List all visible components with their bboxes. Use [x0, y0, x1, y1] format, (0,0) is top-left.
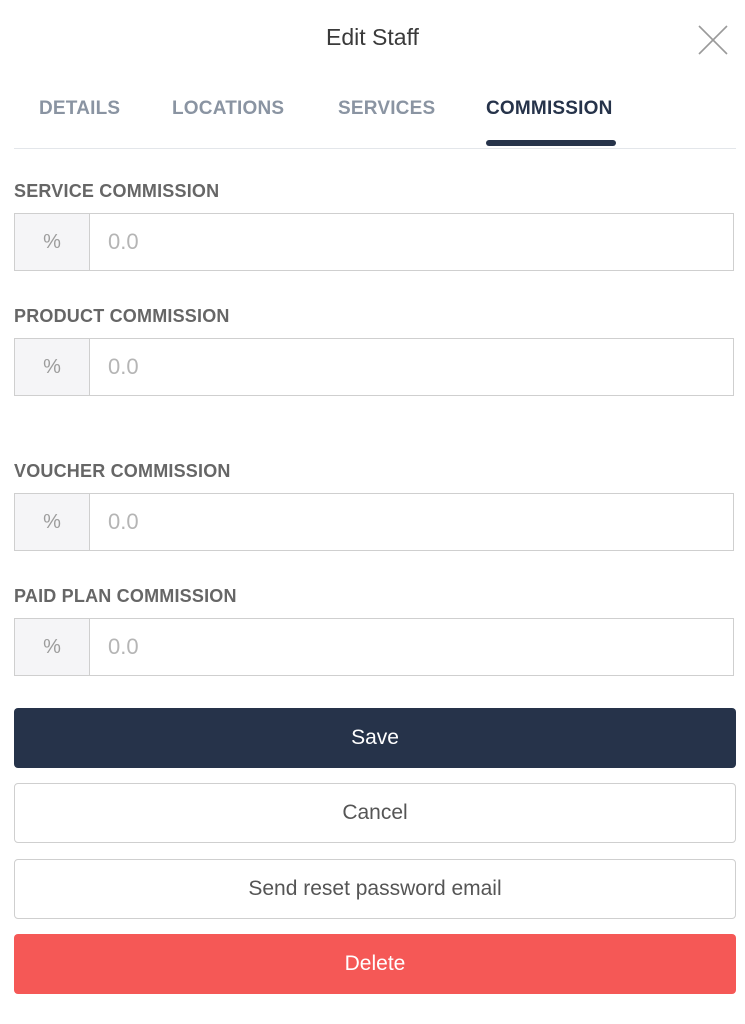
send-reset-password-button[interactable]: Send reset password email: [14, 859, 736, 919]
paid-plan-commission-input[interactable]: [90, 619, 733, 675]
percent-addon: %: [15, 214, 90, 270]
paid-plan-commission-label: PAID PLAN COMMISSION: [14, 586, 237, 606]
percent-addon: %: [15, 619, 90, 675]
percent-addon: %: [15, 339, 90, 395]
tab-details[interactable]: DETAILS: [39, 98, 120, 120]
active-tab-indicator: [486, 140, 616, 146]
close-icon: [698, 25, 728, 55]
voucher-commission-input[interactable]: [90, 494, 733, 550]
close-button[interactable]: [697, 24, 729, 56]
tab-services[interactable]: SERVICES: [338, 98, 435, 120]
paid-plan-commission-field: %: [14, 618, 734, 676]
tab-locations[interactable]: LOCATIONS: [172, 98, 284, 120]
service-commission-label: SERVICE COMMISSION: [14, 181, 220, 201]
product-commission-label: PRODUCT COMMISSION: [14, 306, 230, 326]
product-commission-field: %: [14, 338, 734, 396]
service-commission-input[interactable]: [90, 214, 733, 270]
service-commission-field: %: [14, 213, 734, 271]
voucher-commission-label: VOUCHER COMMISSION: [14, 461, 231, 481]
page-title: Edit Staff: [326, 24, 419, 50]
save-button[interactable]: Save: [14, 708, 736, 768]
delete-button[interactable]: Delete: [14, 934, 736, 994]
percent-addon: %: [15, 494, 90, 550]
tab-commission[interactable]: COMMISSION: [486, 98, 613, 120]
product-commission-input[interactable]: [90, 339, 733, 395]
cancel-button[interactable]: Cancel: [14, 783, 736, 843]
tab-bar: DETAILS LOCATIONS SERVICES COMMISSION: [14, 86, 736, 149]
voucher-commission-field: %: [14, 493, 734, 551]
